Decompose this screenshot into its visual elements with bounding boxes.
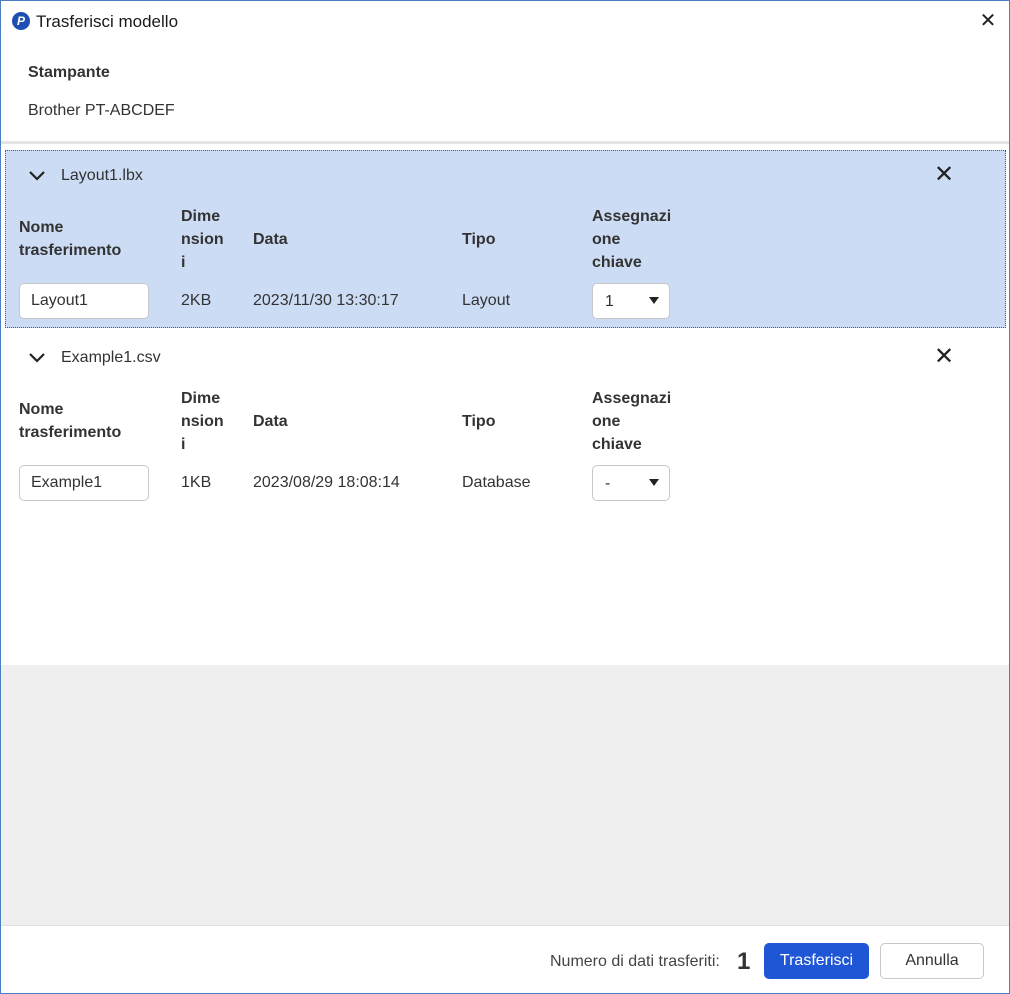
title-bar: P Trasferisci modello ✕ xyxy=(1,1,1009,41)
key-assignment-select[interactable]: - xyxy=(592,465,670,501)
key-assignment-select[interactable]: 1 xyxy=(592,283,670,319)
column-header-date: Data xyxy=(253,413,288,430)
file-type: Database xyxy=(462,474,531,491)
column-header-type: Tipo xyxy=(462,231,496,248)
remove-file-button[interactable]: ✕ xyxy=(931,162,957,188)
key-assignment-value: 1 xyxy=(605,293,614,310)
empty-drop-area xyxy=(1,665,1009,925)
chevron-down-icon[interactable] xyxy=(27,166,47,186)
column-header-size: Dime nsion i xyxy=(181,390,224,453)
chevron-down-icon[interactable] xyxy=(27,348,47,368)
column-header-size: Dime nsion i xyxy=(181,208,224,271)
file-panel-layout1[interactable]: Layout1.lbx ✕ Nome trasferimento Dime ns… xyxy=(5,150,1006,328)
dialog-footer: Numero di dati trasferiti: 1 Trasferisci… xyxy=(1,925,1009,993)
file-type: Layout xyxy=(462,292,511,309)
file-name: Example1.csv xyxy=(61,349,161,366)
key-assignment-value: - xyxy=(605,475,611,492)
file-date: 2023/08/29 18:08:14 xyxy=(253,474,400,491)
window-close-button[interactable]: ✕ xyxy=(973,6,1003,36)
file-size: 1KB xyxy=(181,474,212,491)
remove-file-button[interactable]: ✕ xyxy=(931,344,957,370)
close-icon: ✕ xyxy=(933,343,955,370)
printer-label: Stampante xyxy=(28,64,110,81)
transfer-count-value: 1 xyxy=(737,948,751,975)
column-header-date: Data xyxy=(253,231,288,248)
column-header-name: Nome trasferimento xyxy=(19,401,122,441)
transfer-template-dialog: P Trasferisci modello ✕ Stampante Brothe… xyxy=(0,0,1010,994)
printer-name: Brother PT-ABCDEF xyxy=(28,102,175,119)
file-name: Layout1.lbx xyxy=(61,167,143,184)
window-title: Trasferisci modello xyxy=(36,12,179,31)
transfer-name-input[interactable] xyxy=(19,283,149,319)
caret-down-icon xyxy=(649,479,659,486)
transfer-name-input[interactable] xyxy=(19,465,149,501)
file-size: 2KB xyxy=(181,292,212,309)
app-icon: P xyxy=(12,12,30,30)
close-icon: ✕ xyxy=(933,161,955,188)
caret-down-icon xyxy=(649,297,659,304)
transfer-button[interactable]: Trasferisci xyxy=(764,943,869,979)
file-date: 2023/11/30 13:30:17 xyxy=(253,292,399,309)
close-icon: ✕ xyxy=(979,10,997,32)
transfer-count-label: Numero di dati trasferiti: xyxy=(550,953,720,970)
file-list: Layout1.lbx ✕ Nome trasferimento Dime ns… xyxy=(1,141,1009,665)
column-header-name: Nome trasferimento xyxy=(19,219,122,259)
column-header-type: Tipo xyxy=(462,413,496,430)
column-header-key: Assegnazi one chiave xyxy=(592,390,672,453)
file-panel-example1[interactable]: Example1.csv ✕ Nome trasferimento Dime n… xyxy=(5,332,1006,510)
column-header-key: Assegnazi one chiave xyxy=(592,208,672,271)
cancel-button[interactable]: Annulla xyxy=(880,943,984,979)
